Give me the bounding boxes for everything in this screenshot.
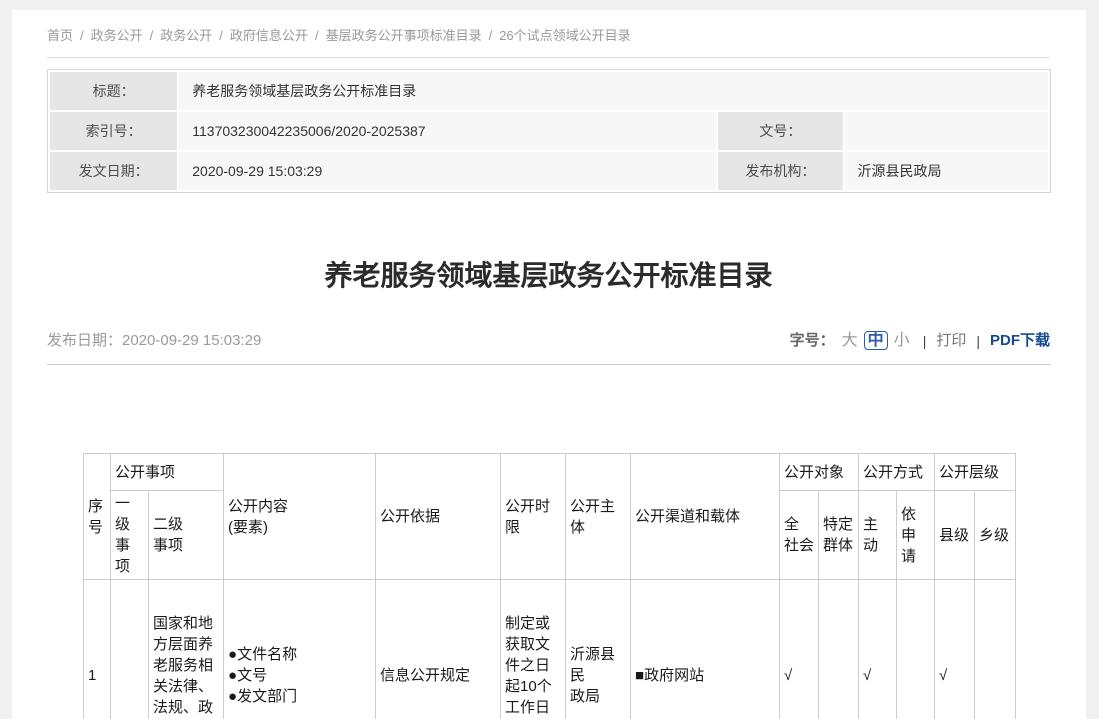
col-header-subject: 公开主体 (566, 454, 631, 580)
breadcrumb-item-zwgk-2[interactable]: 政务公开 (160, 28, 212, 43)
cell-level-town (975, 580, 1016, 719)
cell-item-l1 (111, 580, 149, 719)
cell-method-active: √ (859, 580, 897, 719)
article-toolbar: 字号： 大中小 | 打印 | PDF下载 (790, 328, 1050, 354)
col-header-level-county: 县级 (935, 491, 975, 580)
col-header-content: 公开内容 (要素) (224, 454, 376, 580)
breadcrumb-item-gov-info[interactable]: 政府信息公开 (230, 28, 308, 43)
toolbar-divider: | (976, 333, 980, 349)
col-header-target-group: 公开对象 (780, 454, 859, 491)
col-header-seq: 序 号 (84, 454, 111, 580)
col-header-method-group: 公开方式 (859, 454, 935, 491)
cell-target-all: √ (780, 580, 819, 719)
font-size-medium-button[interactable]: 中 (864, 331, 888, 350)
col-header-level-group: 公开层级 (935, 454, 1016, 491)
breadcrumb-separator: / (315, 28, 319, 43)
meta-title-value: 养老服务领域基层政务公开标准目录 (179, 72, 1048, 110)
toolbar-divider: | (923, 333, 927, 349)
breadcrumb-item-pilot-catalog[interactable]: 26个试点领域公开目录 (499, 28, 630, 43)
print-button[interactable]: 打印 (936, 332, 966, 349)
cell-channel: ■政府网站 (631, 580, 780, 719)
cell-seq: 1 (84, 580, 111, 719)
breadcrumb-separator: / (80, 28, 84, 43)
font-size-small-button[interactable]: 小 (894, 332, 910, 349)
meta-title-label: 标题： (50, 72, 177, 110)
cell-item-l2: 国家和地 方层面养 老服务相 关法律、 法规、政 策文件 (149, 580, 224, 719)
cell-subject: 沂源县民 政局 (566, 580, 631, 719)
col-header-target-specific: 特定 群体 (819, 491, 859, 580)
breadcrumb: 首页 / 政务公开 / 政务公开 / 政府信息公开 / 基层政务公开事项标准目录 / 26个试点领域… (47, 26, 1050, 46)
col-header-time-limit: 公开时 限 (501, 454, 566, 580)
meta-issue-date-label: 发文日期： (50, 152, 177, 190)
breadcrumb-separator: / (219, 28, 223, 43)
meta-issue-date-value: 2020-09-29 15:03:29 (179, 152, 716, 190)
meta-agency-label: 发布机构： (718, 152, 842, 190)
publish-date: 发布日期：2020-09-29 15:03:29 (47, 328, 261, 354)
cell-content: ●文件名称 ●文号 ●发文部门 (224, 580, 376, 719)
cell-basis: 信息公开规定 (376, 580, 501, 719)
meta-agency-value: 沂源县民政局 (845, 152, 1048, 190)
breadcrumb-divider (47, 57, 1050, 58)
breadcrumb-item-standard-catalog[interactable]: 基层政务公开事项标准目录 (326, 28, 482, 43)
breadcrumb-item-zwgk-1[interactable]: 政务公开 (91, 28, 143, 43)
cell-method-request (897, 580, 935, 719)
meta-docnum-label: 文号： (718, 112, 842, 150)
col-header-basis: 公开依据 (376, 454, 501, 580)
cell-time-limit: 制定或 获取文 件之日 起10个 工作日 内 (501, 580, 566, 719)
catalog-table: 序 号 公开事项 公开内容 (要素) 公开依据 公开时 限 公开主体 公开渠道和… (83, 453, 1016, 719)
col-header-channel: 公开渠道和载体 (631, 454, 780, 580)
col-header-item-l2: 二级 事项 (149, 491, 224, 580)
meta-index-value: 113703230042235006/2020-2025387 (179, 112, 716, 150)
page-title: 养老服务领域基层政务公开标准目录 (47, 258, 1050, 294)
breadcrumb-separator: / (150, 28, 154, 43)
font-size-label: 字号： (790, 332, 835, 349)
meta-docnum-value (845, 112, 1048, 150)
cell-level-county: √ (935, 580, 975, 719)
document-meta-table: 标题： 养老服务领域基层政务公开标准目录 索引号： 11370323004223… (47, 69, 1051, 193)
meta-index-label: 索引号： (50, 112, 177, 150)
table-row: 1 国家和地 方层面养 老服务相 关法律、 法规、政 策文件 ●文件名称 ●文号… (84, 580, 1016, 719)
article-divider (47, 364, 1050, 365)
cell-target-specific (819, 580, 859, 719)
pdf-download-link[interactable]: PDF下载 (990, 332, 1050, 349)
col-header-item-l1: 一 级 事项 (111, 491, 149, 580)
breadcrumb-item-home[interactable]: 首页 (47, 28, 73, 43)
col-header-method-active: 主动 (859, 491, 897, 580)
content-panel: 首页 / 政务公开 / 政务公开 / 政府信息公开 / 基层政务公开事项标准目录 / 26个试点领域… (12, 10, 1086, 719)
col-header-level-town: 乡级 (975, 491, 1016, 580)
font-size-large-button[interactable]: 大 (842, 332, 858, 349)
col-header-method-request: 依 申请 (897, 491, 935, 580)
col-header-item-group: 公开事项 (111, 454, 224, 491)
breadcrumb-separator: / (489, 28, 493, 43)
col-header-target-all: 全 社会 (780, 491, 819, 580)
